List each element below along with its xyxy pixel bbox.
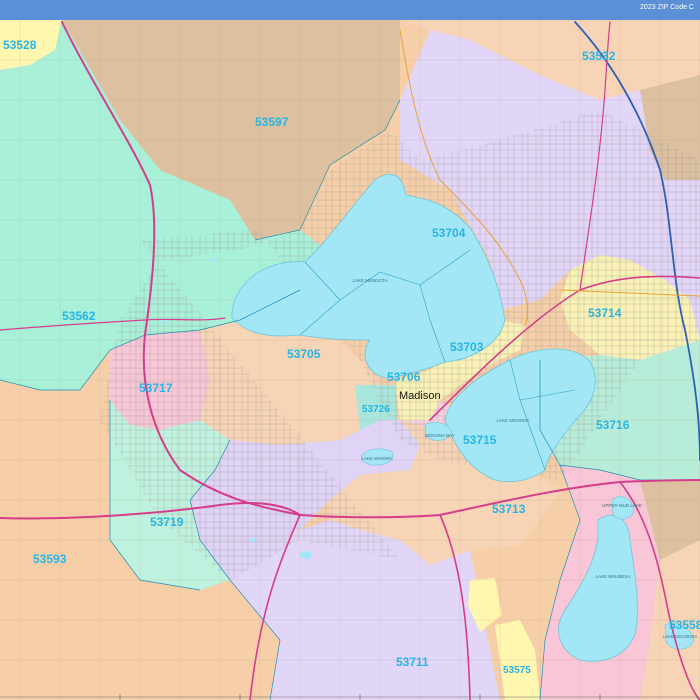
label-lake-waubesa: LAKE WAUBESA: [595, 574, 630, 579]
label-lake-kegonsa: LAKE KEGONSA: [662, 634, 697, 639]
map-frame: 2023 ZIP Code C LAKE MENDOTA LAKE MONONA…: [0, 0, 700, 700]
label-lake-monona: LAKE MONONA: [496, 418, 529, 423]
label-lake-mendota: LAKE MENDOTA: [353, 278, 388, 283]
zip-label: 53575: [503, 665, 531, 676]
zip-label: 53532: [582, 49, 616, 63]
zip-label: 53597: [255, 115, 289, 129]
zip-label: 53715: [463, 433, 497, 447]
zip-label: 53528: [3, 38, 37, 52]
zip-label: 53706: [387, 370, 421, 384]
zip-label: 53562: [62, 309, 96, 323]
zip-label: 53711: [396, 655, 429, 669]
zip-code-map[interactable]: LAKE MENDOTA LAKE MONONA LAKE WINGRA MON…: [0, 0, 700, 700]
zip-label: 53704: [432, 226, 466, 240]
zip-label: 53713: [492, 502, 526, 516]
city-label-madison: Madison: [399, 390, 441, 402]
zip-label: 53719: [150, 515, 184, 529]
zip-label: 53558: [669, 618, 700, 632]
label-upper-mud-lake: UPPER MUD LAKE: [602, 503, 642, 508]
zip-label: 53716: [596, 418, 630, 432]
zip-label: 53705: [287, 347, 321, 361]
label-lake-wingra: LAKE WINGRA: [361, 456, 392, 461]
zip-label: 53717: [139, 381, 173, 395]
zip-label: 53726: [362, 404, 390, 415]
label-monona-bay: MONONA BAY: [425, 433, 455, 438]
zip-label: 53703: [450, 340, 484, 354]
zip-label: 53714: [588, 306, 622, 320]
zip-label: 53593: [33, 552, 67, 566]
